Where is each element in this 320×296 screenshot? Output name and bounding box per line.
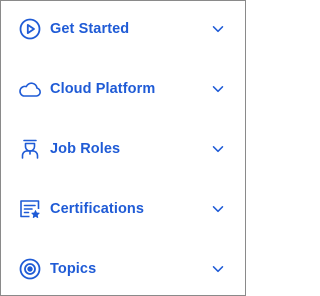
play-circle-icon [18, 17, 42, 41]
menu-item-cloud-platform[interactable]: Cloud Platform [1, 69, 245, 109]
target-icon [18, 257, 42, 281]
menu-item-label: Job Roles [50, 141, 121, 157]
chevron-down-icon[interactable] [211, 262, 225, 276]
navigation-panel: Get Started Cloud Platform Job Roles Cer… [0, 0, 246, 296]
chevron-down-icon[interactable] [211, 82, 225, 96]
menu-item-label: Certifications [50, 201, 145, 217]
menu-item-label: Get Started [50, 21, 130, 37]
certificate-icon [18, 197, 42, 221]
person-role-icon [18, 137, 42, 161]
menu-item-job-roles[interactable]: Job Roles [1, 129, 245, 169]
chevron-down-icon[interactable] [211, 202, 225, 216]
chevron-down-icon[interactable] [211, 22, 225, 36]
menu-item-topics[interactable]: Topics [1, 249, 245, 289]
menu-item-certifications[interactable]: Certifications [1, 189, 245, 229]
menu-item-label: Topics [50, 261, 97, 277]
chevron-down-icon[interactable] [211, 142, 225, 156]
menu-item-get-started[interactable]: Get Started [1, 9, 245, 49]
cloud-icon [18, 77, 42, 101]
menu-item-label: Cloud Platform [50, 81, 156, 97]
